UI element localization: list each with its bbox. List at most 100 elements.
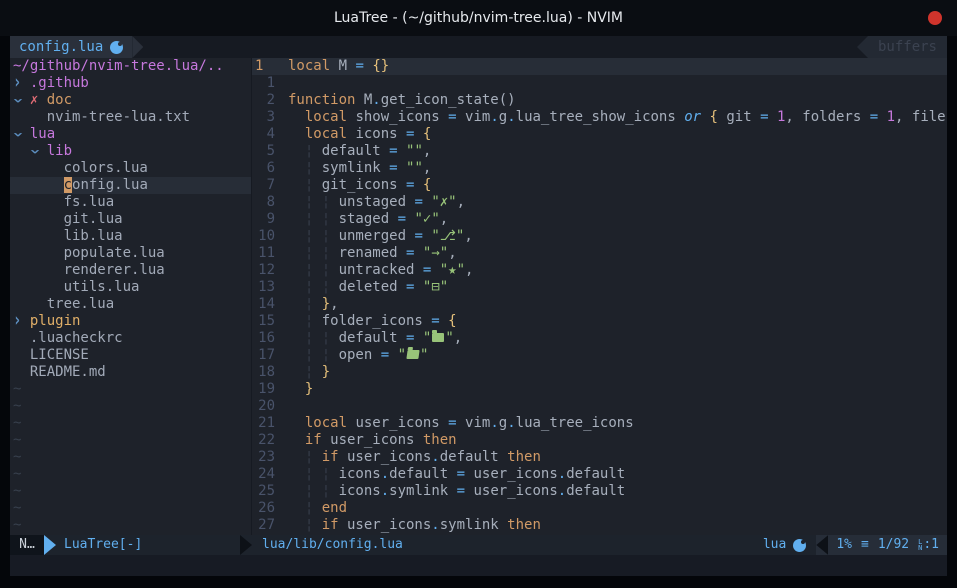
code-text: ¦ ¦ deleted = "⊟"	[288, 279, 448, 296]
close-button[interactable]	[928, 11, 942, 25]
tabline-fill	[143, 36, 857, 58]
code-line[interactable]: 18 ¦ }	[252, 364, 947, 381]
code-text: ¦ ¦ staged = "✓",	[288, 211, 448, 228]
statusline-right-notch	[816, 535, 828, 555]
tree-item-license[interactable]: LICENSE	[10, 347, 251, 364]
tree-item-.luacheckrc[interactable]: .luacheckrc	[10, 330, 251, 347]
tree-item-colors.lua[interactable]: colors.lua	[10, 160, 251, 177]
lua-moon-icon	[793, 539, 806, 552]
code-line[interactable]: 1 local M = {}	[252, 58, 947, 75]
line-number: 1	[252, 58, 275, 75]
line-number: 7	[252, 177, 275, 194]
line-number: 16	[252, 330, 275, 347]
tree-item-config.lua[interactable]: config.lua	[10, 177, 251, 194]
code-text: ¦ }	[288, 364, 330, 381]
tree-item-readme.md[interactable]: README.md	[10, 364, 251, 381]
code-text: local user_icons = vim.g.lua_tree_icons	[288, 415, 634, 432]
command-line[interactable]	[10, 555, 947, 576]
folder-closed-icon	[432, 333, 444, 342]
editor-frame: config.lua buffers ~/github/nvim-tree.lu…	[10, 36, 947, 576]
tree-item-git.lua[interactable]: git.lua	[10, 211, 251, 228]
code-text: local icons = {	[288, 126, 431, 143]
statusline-filetype: lua	[763, 535, 816, 555]
code-line[interactable]: 7 ¦ git_icons = {	[252, 177, 947, 194]
code-line[interactable]: 19 }	[252, 381, 947, 398]
code-line[interactable]: 1	[252, 75, 947, 92]
line-number: 13	[252, 279, 275, 296]
code-text: ¦ ¦ untracked = "★",	[288, 262, 473, 279]
tree-item-plugin[interactable]: › plugin	[10, 313, 251, 330]
tree-item-doc[interactable]: › ✗ doc	[10, 92, 251, 109]
tree-item-lib.lua[interactable]: lib.lua	[10, 228, 251, 245]
code-line[interactable]: 9 ¦ ¦ staged = "✓",	[252, 211, 947, 228]
empty-line-tilde: ~	[10, 415, 251, 432]
tree-item-renderer.lua[interactable]: renderer.lua	[10, 262, 251, 279]
code-text: ¦ default = "",	[288, 143, 431, 160]
cursor-position: 1/92	[878, 535, 909, 555]
code-line[interactable]: 27 ¦ if user_icons.symlink then	[252, 517, 947, 534]
line-number: 2	[252, 92, 275, 109]
code-buffer: 1local M = {}12function M.get_icon_state…	[252, 58, 947, 535]
empty-line-tilde: ~	[10, 432, 251, 449]
empty-line-tilde: ~	[10, 466, 251, 483]
code-line[interactable]: 21 local user_icons = vim.g.lua_tree_ico…	[252, 415, 947, 432]
code-line[interactable]: 25 ¦ ¦ icons.symlink = user_icons.defaul…	[252, 483, 947, 500]
code-text: ¦ ¦ open = ""	[288, 347, 428, 364]
line-number: 12	[252, 262, 275, 279]
code-line[interactable]: 24 ¦ ¦ icons.default = user_icons.defaul…	[252, 466, 947, 483]
line-number: 25	[252, 483, 275, 500]
tree-item-lua[interactable]: › lua	[10, 126, 251, 143]
window-title: LuaTree - (~/github/nvim-tree.lua) - NVI…	[334, 10, 623, 26]
code-line[interactable]: 16 ¦ ¦ default = "",	[252, 330, 947, 347]
code-line[interactable]: 12 ¦ ¦ untracked = "★",	[252, 262, 947, 279]
tree-item-populate.lua[interactable]: populate.lua	[10, 245, 251, 262]
cursor-column: :1	[923, 535, 939, 555]
code-line[interactable]: 17 ¦ ¦ open = ""	[252, 347, 947, 364]
code-line[interactable]: 14 ¦ },	[252, 296, 947, 313]
code-text: local M = {}	[288, 58, 389, 75]
code-text: ¦ folder_icons = {	[288, 313, 457, 330]
code-line[interactable]: 26 ¦ end	[252, 500, 947, 517]
file-tree: ~/github/nvim-tree.lua/..› .github› ✗ do…	[10, 58, 252, 535]
code-line[interactable]: 6 ¦ symlink = "",	[252, 160, 947, 177]
tab-buffers[interactable]: buffers	[868, 36, 947, 58]
code-line[interactable]: 15 ¦ folder_icons = {	[252, 313, 947, 330]
code-line[interactable]: 3 local show_icons = vim.g.lua_tree_show…	[252, 109, 947, 126]
tab-config-lua[interactable]: config.lua	[10, 36, 132, 58]
code-text: local show_icons = vim.g.lua_tree_show_i…	[288, 109, 947, 126]
code-line[interactable]: 2function M.get_icon_state()	[252, 92, 947, 109]
tree-item-lib[interactable]: › lib	[10, 143, 251, 160]
chevron-down-icon: ›	[23, 147, 45, 155]
tab-label: config.lua	[19, 36, 103, 58]
folder-open-icon	[406, 350, 419, 359]
statusline-tree-title: LuaTree[-]	[56, 535, 240, 555]
line-number: 4	[252, 126, 275, 143]
statusline-position: 1% ≡ 1/92 LN :1	[828, 535, 947, 555]
code-line[interactable]: 22 if user_icons then	[252, 432, 947, 449]
tree-item-utils.lua[interactable]: utils.lua	[10, 279, 251, 296]
empty-line-tilde: ~	[10, 381, 251, 398]
tree-item-fs.lua[interactable]: fs.lua	[10, 194, 251, 211]
chevron-down-icon: ›	[10, 130, 28, 138]
code-line[interactable]: 23 ¦ if user_icons.default then	[252, 449, 947, 466]
tree-item-.github[interactable]: › .github	[10, 75, 251, 92]
code-line[interactable]: 8 ¦ ¦ unstaged = "✗",	[252, 194, 947, 211]
line-number: 26	[252, 500, 275, 517]
tree-item-nvim-tree-lua.txt[interactable]: nvim-tree-lua.txt	[10, 109, 251, 126]
code-line[interactable]: 4 local icons = {	[252, 126, 947, 143]
chevron-right-icon: ›	[13, 72, 21, 94]
lua-moon-icon	[110, 41, 123, 54]
mode-indicator: N…	[10, 535, 44, 555]
code-line[interactable]: 20	[252, 398, 947, 415]
code-text: ¦ ¦ icons.default = user_icons.default	[288, 466, 625, 483]
tree-item-githubnvim-tree.lua..[interactable]: ~/github/nvim-tree.lua/..	[10, 58, 251, 75]
code-line[interactable]: 13 ¦ ¦ deleted = "⊟"	[252, 279, 947, 296]
line-number: 3	[252, 109, 275, 126]
main-split: ~/github/nvim-tree.lua/..› .github› ✗ do…	[10, 58, 947, 535]
tree-item-tree.lua[interactable]: tree.lua	[10, 296, 251, 313]
code-line[interactable]: 11 ¦ ¦ renamed = "→",	[252, 245, 947, 262]
empty-line-tilde: ~	[10, 500, 251, 517]
line-number: 14	[252, 296, 275, 313]
code-line[interactable]: 5 ¦ default = "",	[252, 143, 947, 160]
code-line[interactable]: 10 ¦ ¦ unmerged = "⎇",	[252, 228, 947, 245]
